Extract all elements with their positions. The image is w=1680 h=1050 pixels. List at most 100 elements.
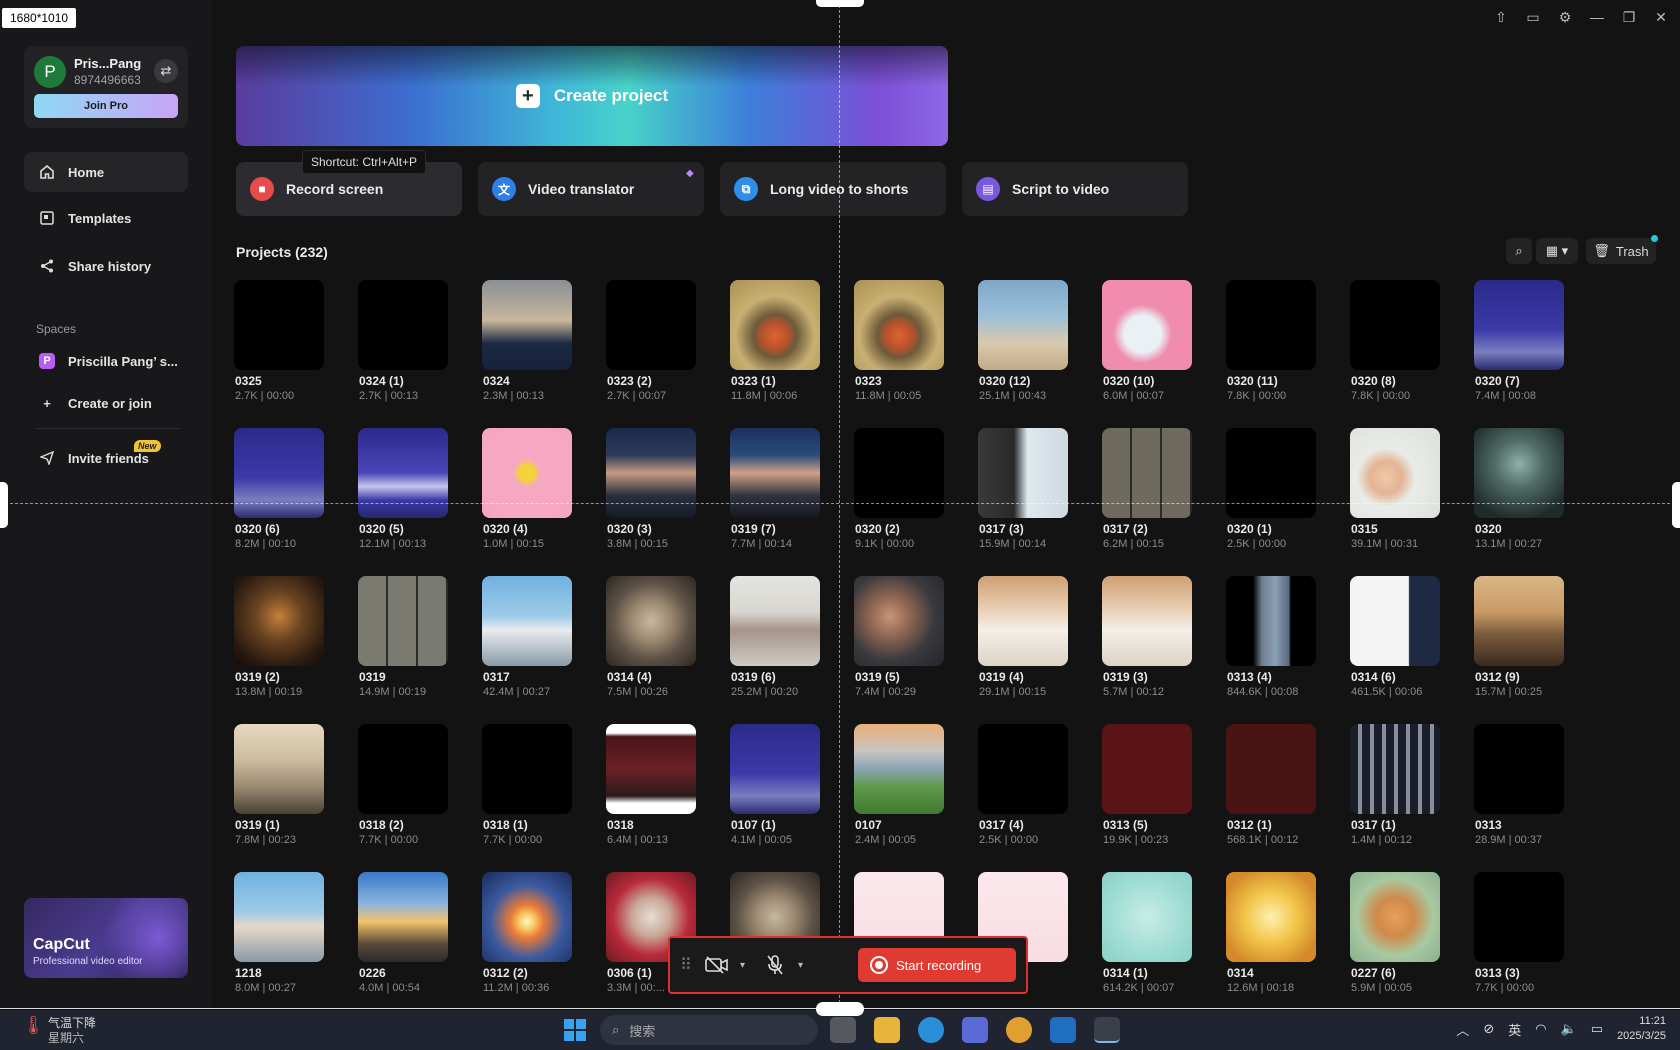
minimize-icon[interactable]: — [1588,8,1606,26]
project-card[interactable]: 0323 (2)2.7K | 00:07 [606,280,730,420]
restore-icon[interactable]: ❐ [1620,8,1638,26]
project-card[interactable]: 03252.7K | 00:00 [234,280,358,420]
project-card[interactable]: 0319 (7)7.7M | 00:14 [730,428,854,568]
battery-icon[interactable]: ▭ [1591,1021,1603,1037]
project-card[interactable]: 03186.4M | 00:13 [606,724,730,864]
sidebar-item-share-history[interactable]: Share history [24,246,188,286]
chevron-down-icon[interactable]: ▾ [740,960,752,971]
switch-account-icon[interactable]: ⇄ [154,59,178,83]
chevron-down-icon[interactable]: ▾ [798,960,810,971]
drag-handle-icon[interactable]: ⠿ [680,955,694,975]
project-card[interactable]: 0317 (4)2.5K | 00:00 [978,724,1102,864]
upload-icon[interactable]: ⇧ [1492,8,1510,26]
join-pro-button[interactable]: Join Pro [34,94,178,118]
project-card[interactable]: 01072.4M | 00:05 [854,724,978,864]
resize-handle-right[interactable] [1672,482,1680,528]
close-icon[interactable]: ✕ [1652,8,1670,26]
project-card[interactable]: 032311.8M | 00:05 [854,280,978,420]
project-card[interactable]: 0314 (1)614.2K | 00:07 [1102,872,1226,1012]
clock[interactable]: 11:21 2025/3/25 [1617,1014,1666,1044]
project-card[interactable]: 03242.3M | 00:13 [482,280,606,420]
project-card[interactable]: 0107 (1)4.1M | 00:05 [730,724,854,864]
project-card[interactable]: 0319 (4)29.1M | 00:15 [978,576,1102,716]
file-explorer-icon[interactable] [874,1017,900,1043]
search-icon[interactable]: ⌕ [1506,238,1532,264]
windows-start-icon[interactable] [564,1019,586,1041]
project-card[interactable]: 12188.0M | 00:27 [234,872,358,1012]
project-card[interactable]: 0313 (5)19.9K | 00:23 [1102,724,1226,864]
project-card[interactable]: 0323 (1)11.8M | 00:06 [730,280,854,420]
project-card[interactable]: 0320 (3)3.8M | 00:15 [606,428,730,568]
project-card[interactable]: 02264.0M | 00:54 [358,872,482,1012]
long-video-to-shorts-button[interactable]: ⧉ Long video to shorts [720,162,946,216]
resize-handle-left[interactable] [0,482,8,528]
project-card[interactable]: 0320 (11)7.8K | 00:00 [1226,280,1350,420]
app-icon[interactable] [1050,1017,1076,1043]
project-card[interactable]: 031742.4M | 00:27 [482,576,606,716]
project-card[interactable]: 031914.9M | 00:19 [358,576,482,716]
project-card[interactable]: 0312 (2)11.2M | 00:36 [482,872,606,1012]
project-card[interactable]: 0320 (10)6.0M | 00:07 [1102,280,1226,420]
project-card[interactable]: 0318 (1)7.7K | 00:00 [482,724,606,864]
project-card[interactable]: 0314 (6)461.5K | 00:06 [1350,576,1474,716]
project-card[interactable]: 0317 (1)1.4M | 00:12 [1350,724,1474,864]
project-card[interactable]: 0320 (5)12.1M | 00:13 [358,428,482,568]
project-card[interactable]: 0320 (1)2.5K | 00:00 [1226,428,1350,568]
resize-handle-top[interactable] [816,0,864,7]
project-card[interactable]: 032013.1M | 00:27 [1474,428,1598,568]
project-card[interactable]: 0313 (3)7.7K | 00:00 [1474,872,1598,1012]
resize-handle-bottom[interactable] [816,1002,864,1016]
project-card[interactable]: 0320 (12)25.1M | 00:43 [978,280,1102,420]
project-card[interactable]: 0320 (2)9.1K | 00:00 [854,428,978,568]
sidebar-item-space[interactable]: P Priscilla Pang’ s... [24,341,188,381]
volume-icon[interactable]: 🔈 [1561,1021,1577,1037]
view-toggle-icon[interactable]: ▦ ▾ [1536,238,1578,264]
project-card[interactable]: 0317 (2)6.2M | 00:15 [1102,428,1226,568]
start-recording-button[interactable]: Start recording [858,948,1016,982]
create-project-button[interactable]: + Create project [236,46,948,146]
project-card[interactable]: 0314 (4)7.5M | 00:26 [606,576,730,716]
ime-indicator[interactable]: 英 [1508,1020,1521,1039]
project-card[interactable]: 031328.9M | 00:37 [1474,724,1598,864]
sidebar-item-templates[interactable]: Templates [24,198,188,238]
project-card[interactable]: 0318 (2)7.7K | 00:00 [358,724,482,864]
project-card[interactable]: 0312 (9)15.7M | 00:25 [1474,576,1598,716]
sidebar-item-create-or-join[interactable]: + Create or join [24,383,188,423]
store-icon[interactable] [962,1017,988,1043]
network-off-icon[interactable]: ⊘ [1483,1021,1494,1037]
project-card[interactable]: 0319 (1)7.8M | 00:23 [234,724,358,864]
capcut-taskbar-icon[interactable] [1094,1017,1120,1043]
project-card[interactable]: 0320 (6)8.2M | 00:10 [234,428,358,568]
sidebar-item-home[interactable]: Home [24,152,188,192]
chrome-icon[interactable] [1006,1017,1032,1043]
project-card[interactable]: 031539.1M | 00:31 [1350,428,1474,568]
task-view-icon[interactable] [830,1017,856,1043]
project-card[interactable]: 0324 (1)2.7K | 00:13 [358,280,482,420]
project-card[interactable]: 031412.6M | 00:18 [1226,872,1350,1012]
edge-icon[interactable] [918,1017,944,1043]
project-card[interactable]: 0317 (3)15.9M | 00:14 [978,428,1102,568]
project-card[interactable]: 0320 (7)7.4M | 00:08 [1474,280,1598,420]
camera-off-icon[interactable] [702,950,732,980]
project-card[interactable]: 0319 (5)7.4M | 00:29 [854,576,978,716]
wifi-icon[interactable]: ◠ [1535,1021,1546,1037]
taskbar-search[interactable]: ⌕ 搜索 [600,1015,818,1045]
avatar[interactable]: P [34,56,66,88]
sidebar-item-invite-friends[interactable]: Invite friends [24,438,188,478]
mic-off-icon[interactable] [760,950,790,980]
chevron-up-icon[interactable]: ︿ [1456,1020,1469,1039]
project-card[interactable]: 0227 (6)5.9M | 00:05 [1350,872,1474,1012]
project-card[interactable]: 0320 (8)7.8K | 00:00 [1350,280,1474,420]
project-card[interactable]: 0320 (4)1.0M | 00:15 [482,428,606,568]
project-card[interactable]: 0319 (2)13.8M | 00:19 [234,576,358,716]
project-card[interactable]: 0319 (6)25.2M | 00:20 [730,576,854,716]
feedback-icon[interactable]: ▭ [1524,8,1542,26]
script-to-video-button[interactable]: ▤ Script to video [962,162,1188,216]
settings-icon[interactable]: ⚙ [1556,8,1574,26]
project-card[interactable]: 0319 (3)5.7M | 00:12 [1102,576,1226,716]
project-card[interactable]: 0313 (4)844.6K | 00:08 [1226,576,1350,716]
video-translator-button[interactable]: 文 Video translator [478,162,704,216]
promo-card[interactable]: CapCut Professional video editor [24,898,188,978]
trash-button[interactable]: 🗑 Trash [1586,238,1656,264]
project-card[interactable]: 0312 (1)568.1K | 00:12 [1226,724,1350,864]
